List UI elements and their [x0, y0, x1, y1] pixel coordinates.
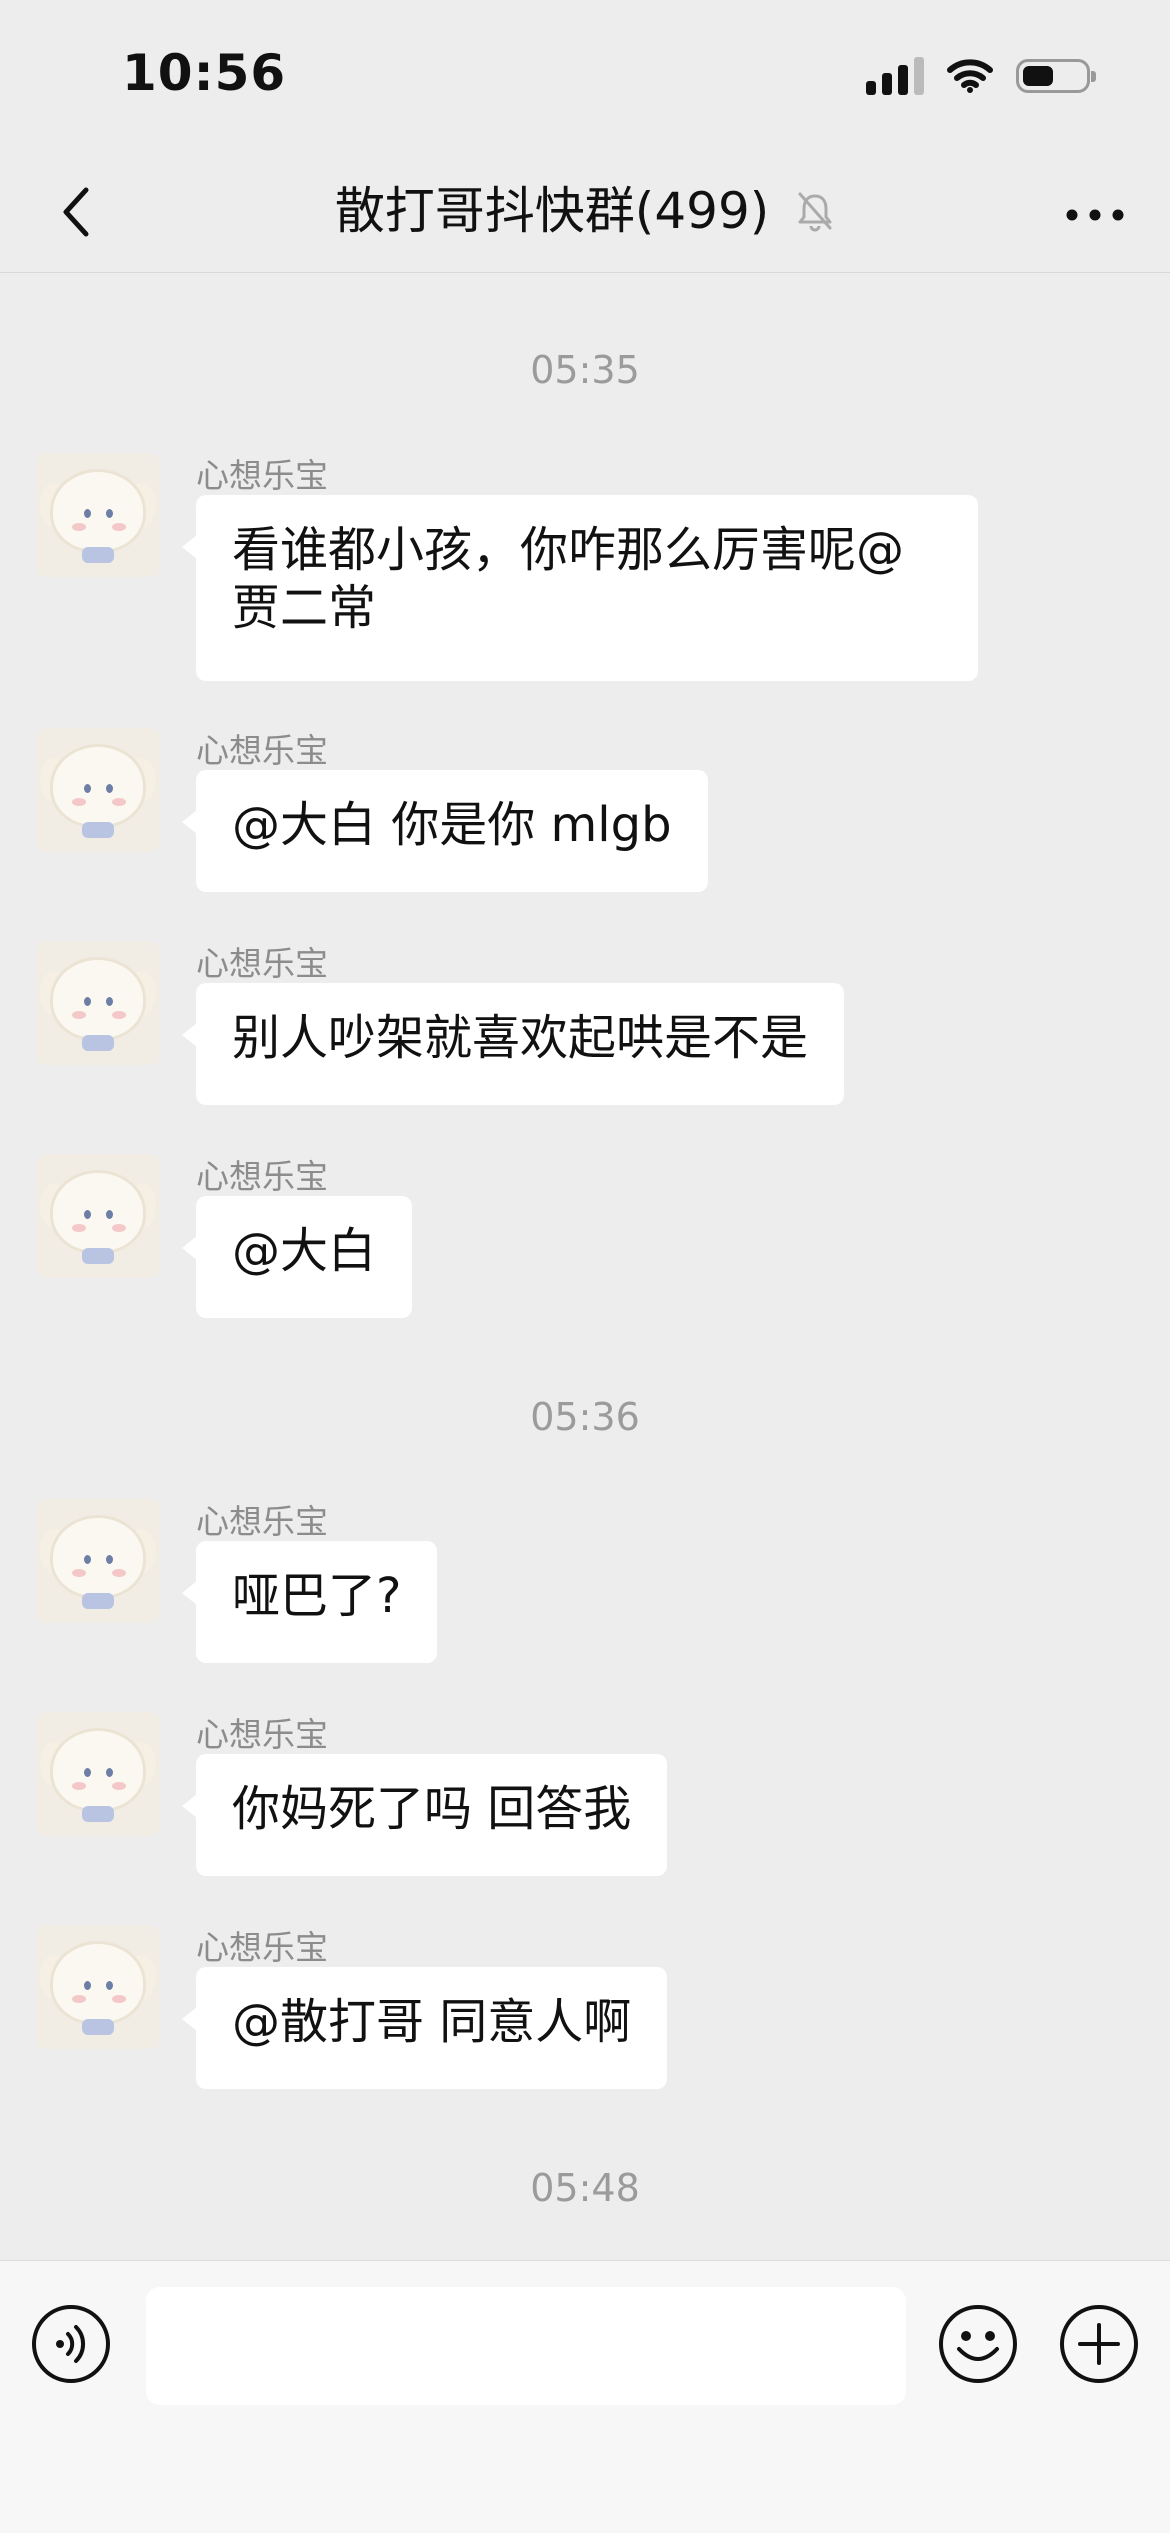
sender-name: 心想乐宝 [196, 731, 328, 770]
sender-name: 心想乐宝 [196, 1502, 328, 1541]
plus-icon [1060, 2305, 1138, 2383]
avatar[interactable] [36, 1154, 160, 1278]
avatar[interactable] [36, 1712, 160, 1836]
bell-off-icon [798, 192, 832, 231]
voice-icon [32, 2305, 110, 2383]
message-bubble[interactable]: @散打哥 同意人啊 [181, 1967, 668, 2089]
status-bar: 10:56 [0, 0, 1170, 150]
navigation-bar: 散打哥抖快群(499) [0, 150, 1170, 273]
avatar[interactable] [36, 1499, 160, 1623]
avatar[interactable] [36, 728, 160, 852]
status-icons [866, 54, 1096, 98]
chat-area[interactable]: 05:35 心想乐宝 看谁都小孩，你咋那么厉害呢@贾二常 心想乐宝 @大白 你是… [0, 273, 1170, 2260]
sender-name: 心想乐宝 [196, 1157, 328, 1196]
emoji-icon [939, 2305, 1017, 2383]
message-bubble[interactable]: 看谁都小孩，你咋那么厉害呢@贾二常 [182, 495, 978, 681]
chat-title-row: 散打哥抖快群(499) [0, 176, 1170, 246]
sender-name: 心想乐宝 [196, 1715, 328, 1754]
message-bubble[interactable]: @大白 你是你 mlgb [182, 770, 708, 892]
chat-title: 散打哥抖快群(499) [334, 182, 770, 240]
voice-button[interactable] [30, 2303, 112, 2385]
message-input[interactable] [146, 2287, 906, 2405]
more-button[interactable] [1050, 180, 1140, 250]
more-icon [1066, 209, 1124, 221]
sender-name: 心想乐宝 [196, 1928, 328, 1967]
timestamp: 05:48 [530, 2166, 640, 2210]
message-bubble[interactable]: 哑巴了? [181, 1541, 438, 1663]
sender-name: 心想乐宝 [196, 944, 328, 983]
plus-button[interactable] [1058, 2303, 1140, 2385]
timestamp: 05:36 [530, 1395, 640, 1439]
sender-name: 心想乐宝 [196, 456, 328, 495]
status-time: 10:56 [122, 44, 287, 102]
timestamp: 05:35 [530, 348, 640, 392]
avatar[interactable] [36, 453, 160, 577]
avatar[interactable] [36, 1925, 160, 2049]
input-bar [0, 2260, 1170, 2533]
message-bubble[interactable]: 你妈死了吗 回答我 [181, 1754, 668, 1876]
wifi-icon [947, 59, 993, 93]
emoji-button[interactable] [937, 2303, 1019, 2385]
signal-icon [866, 57, 924, 95]
message-bubble[interactable]: 别人吵架就喜欢起哄是不是 [181, 983, 845, 1105]
message-bubble[interactable]: @大白 [181, 1196, 413, 1318]
battery-icon [1016, 59, 1096, 93]
avatar[interactable] [36, 941, 160, 1065]
